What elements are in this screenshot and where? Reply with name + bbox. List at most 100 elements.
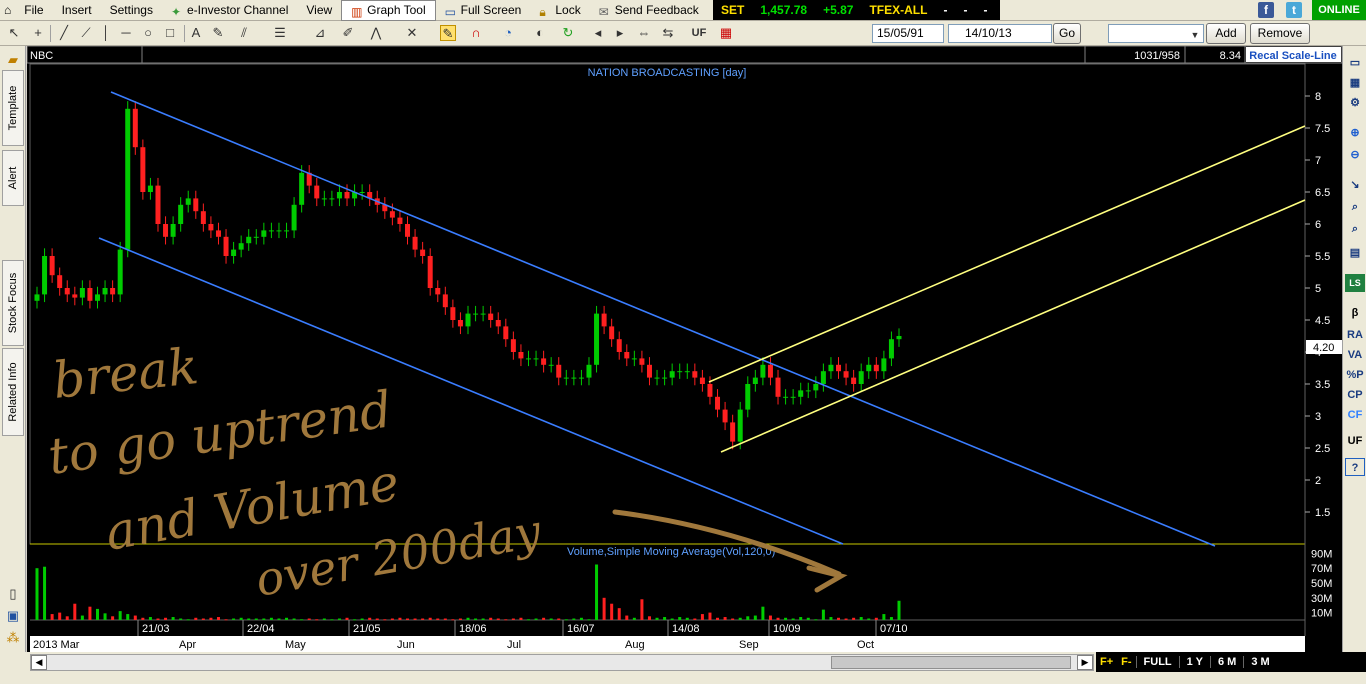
percent-p-tool[interactable]: %P (1345, 366, 1365, 384)
menu-file[interactable]: File (15, 0, 52, 21)
ls-icon[interactable]: LS (1345, 274, 1365, 292)
volume-bar (375, 618, 379, 620)
facebook-icon[interactable]: f (1258, 2, 1274, 18)
palette-icon[interactable]: ◐ (532, 25, 548, 41)
add-button[interactable]: Add (1206, 23, 1246, 44)
folder-icon[interactable]: ▰ (5, 52, 21, 68)
candle-body (624, 352, 630, 359)
candle-body (616, 339, 622, 352)
symbol-field[interactable]: NBC (30, 50, 53, 62)
settings-icon[interactable]: ⚙ (1345, 94, 1365, 112)
pencil-icon[interactable]: ✐ (340, 25, 356, 41)
trend-line-icon[interactable]: ╱ (56, 25, 72, 41)
vertical-line-icon[interactable]: │ (98, 25, 114, 41)
candle-body (238, 243, 244, 250)
grid-icon[interactable]: ▦ (1345, 74, 1365, 92)
candle-body (87, 288, 93, 301)
expand-icon[interactable]: ⇔ (636, 25, 652, 41)
pattern-icon[interactable]: ⋀ (368, 25, 384, 41)
circle-icon[interactable]: ○ (140, 25, 156, 41)
start-date-input[interactable]: 15/05/91 (872, 24, 944, 43)
uf-tool[interactable]: UF (1345, 432, 1365, 450)
period-1y[interactable]: 1 Y (1178, 656, 1210, 668)
candle-body (442, 294, 448, 308)
set-label: SET (721, 3, 745, 17)
cf-tool[interactable]: CF (1345, 406, 1365, 424)
zoom-out-icon[interactable]: ⊖ (1345, 146, 1365, 164)
recal-scale-button[interactable]: Recal Scale-Line (1249, 50, 1336, 62)
menu-settings[interactable]: Settings (101, 0, 162, 21)
cursor-icon[interactable]: ↘ (1345, 176, 1365, 194)
uf-button[interactable]: UF (688, 25, 710, 41)
highlight-pen-icon[interactable]: ✎ (440, 25, 456, 41)
channel-icon[interactable]: ⫽ (236, 25, 252, 41)
font-decrease-icon[interactable]: F- (1117, 656, 1135, 668)
toolbar-separator (184, 25, 185, 42)
tab-stock-focus[interactable]: Stock Focus (2, 260, 24, 346)
ray-line-icon[interactable]: ⟋ (78, 25, 94, 41)
crosshair-icon[interactable]: + (30, 25, 46, 41)
ra-tool[interactable]: RA (1345, 326, 1365, 344)
scroll-right-icon[interactable]: ▶ (1077, 655, 1093, 670)
va-tool[interactable]: VA (1345, 346, 1365, 364)
arrow-left-icon[interactable]: ◂ (590, 25, 606, 41)
arrow-right-icon[interactable]: ▸ (612, 25, 628, 41)
tab-template[interactable]: Template (2, 70, 24, 146)
period-3m[interactable]: 3 M (1243, 656, 1276, 668)
calendar-icon[interactable]: ▦ (718, 25, 734, 41)
remove-button[interactable]: Remove (1250, 23, 1310, 44)
price-chart[interactable]: NBC 1031/958 8.34 Recal Scale-Line NATIO… (27, 46, 1342, 652)
delete-icon[interactable]: ✕ (404, 25, 420, 41)
fibonacci-icon[interactable]: ☰ (272, 25, 288, 41)
menu-send-feedback[interactable]: ✉ Send Feedback (590, 0, 708, 21)
magnify-in-icon[interactable]: ⌕ (1345, 198, 1365, 216)
menu-e-investor-channel[interactable]: ✦ e-Investor Channel (162, 0, 297, 21)
magnify-out-icon[interactable]: ⌕ (1345, 220, 1365, 238)
scroll-left-icon[interactable]: ◀ (31, 655, 47, 670)
share-icon[interactable]: ⁂ (5, 630, 21, 646)
candle-body (215, 230, 221, 237)
candle-body (457, 320, 463, 327)
menu-insert[interactable]: Insert (53, 0, 101, 21)
chart-area[interactable]: NBC 1031/958 8.34 Recal Scale-Line NATIO… (27, 46, 1342, 652)
home-icon[interactable]: ⌂ (0, 0, 15, 21)
tab-related-info[interactable]: Related Info (2, 348, 24, 436)
volume-tick-label: 50M (1311, 578, 1332, 590)
new-document-icon[interactable]: ▯ (5, 586, 21, 602)
scroll-thumb[interactable] (831, 656, 1071, 669)
pointer-icon[interactable]: ↖ (6, 25, 22, 41)
horizontal-line-icon[interactable]: ─ (118, 25, 134, 41)
menu-graph-tool[interactable]: ▥ Graph Tool (341, 0, 436, 21)
cp-tool[interactable]: CP (1345, 386, 1365, 404)
shrink-icon[interactable]: ⇆ (660, 25, 676, 41)
magnet-icon[interactable]: ∩ (468, 25, 484, 41)
period-full[interactable]: FULL (1135, 656, 1179, 668)
tab-alert[interactable]: Alert (2, 150, 24, 206)
font-increase-icon[interactable]: F+ (1096, 656, 1117, 668)
end-date-input[interactable]: 14/10/13 (948, 24, 1052, 43)
text-icon[interactable]: A (188, 25, 204, 41)
chart-scrollbar[interactable]: ◀ ▶ (30, 654, 1094, 671)
menu-view[interactable]: View (297, 0, 341, 21)
zoom-in-icon[interactable]: ⊕ (1345, 124, 1365, 142)
refresh-icon[interactable]: ↻ (560, 25, 576, 41)
window-icon[interactable]: ▭ (1345, 54, 1365, 72)
market-ticker[interactable]: SET 1,457.78 +5.87 TFEX-ALL - - - (713, 0, 1000, 20)
beta-tool[interactable]: β (1345, 304, 1365, 322)
candle-body (268, 230, 274, 232)
period-6m[interactable]: 6 M (1209, 656, 1243, 668)
rectangle-icon[interactable]: □ (162, 25, 178, 41)
menu-lock[interactable]: 🔒︎ Lock (530, 0, 589, 21)
menu-full-screen[interactable]: ▭ Full Screen (436, 0, 531, 21)
table-icon[interactable]: ▤ (1345, 244, 1365, 262)
help-icon[interactable]: ? (1345, 458, 1365, 476)
twitter-icon[interactable]: t (1286, 2, 1302, 18)
gann-icon[interactable]: ⊿ (312, 25, 328, 41)
uptrend-lower-line[interactable] (720, 199, 1306, 453)
label-icon[interactable]: ✎ (210, 25, 226, 41)
chevron-down-icon[interactable]: ▼ (1187, 27, 1203, 43)
save-icon[interactable]: ▣ (5, 608, 21, 624)
cycle-icon[interactable]: ◔ (500, 25, 516, 41)
go-button[interactable]: Go (1053, 23, 1081, 44)
uptrend-upper-line[interactable] (708, 125, 1306, 383)
